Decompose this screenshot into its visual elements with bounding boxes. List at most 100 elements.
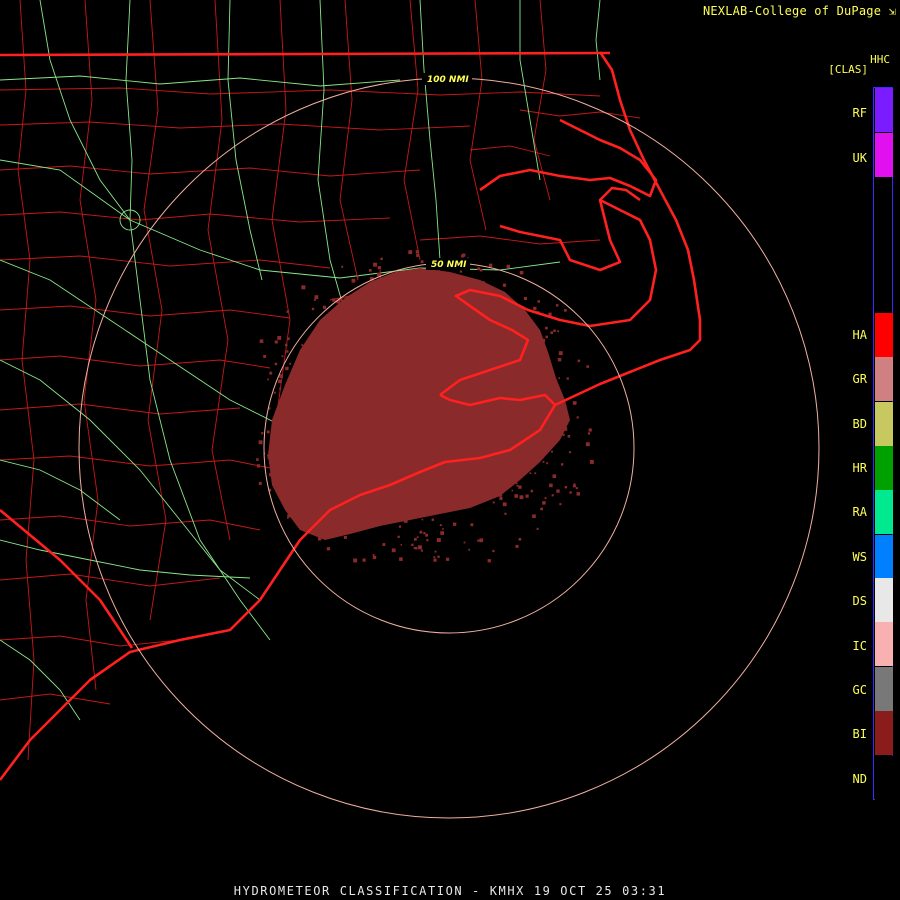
- echo-speck: [557, 330, 560, 333]
- echo-speck: [534, 472, 537, 475]
- legend-label-uk: UK: [852, 151, 867, 165]
- echo-speck: [324, 379, 327, 382]
- echo-speck: [523, 296, 527, 300]
- legend-swatch-nd: [875, 756, 893, 800]
- echo-speck: [278, 490, 282, 493]
- echo-speck: [530, 390, 534, 393]
- echo-speck: [556, 489, 560, 493]
- echo-speck: [279, 387, 282, 390]
- echo-speck: [269, 371, 273, 375]
- echo-speck: [475, 319, 478, 322]
- echo-speck: [321, 477, 323, 479]
- echo-speck: [327, 352, 331, 356]
- echo-speck: [372, 554, 375, 556]
- echo-speck: [564, 309, 567, 312]
- echo-speck: [567, 435, 571, 438]
- echo-speck: [500, 465, 502, 468]
- echo-speck: [333, 346, 337, 351]
- echo-speck: [312, 348, 316, 352]
- echo-speck: [500, 336, 502, 339]
- echo-speck: [461, 496, 464, 499]
- echo-speck: [425, 533, 428, 537]
- legend-label-rf: RF: [852, 106, 867, 120]
- echo-speck: [407, 308, 410, 310]
- echo-speck: [256, 464, 261, 468]
- echo-speck: [361, 484, 364, 487]
- echo-speck: [453, 303, 458, 308]
- echo-speck: [531, 367, 535, 372]
- echo-speck: [559, 503, 562, 506]
- product-title: HYDROMETEOR CLASSIFICATION - KMHX 19 OCT…: [233, 884, 667, 898]
- echo-speck: [320, 420, 322, 423]
- echo-speck: [518, 538, 522, 541]
- echo-speck: [416, 536, 419, 538]
- echo-speck: [258, 481, 262, 485]
- echo-speck: [459, 270, 462, 273]
- legend-swatch-rf: [875, 88, 893, 132]
- echo-speck: [488, 263, 493, 268]
- echo-speck: [556, 398, 559, 401]
- echo-speck: [587, 432, 591, 435]
- echo-speck: [410, 317, 414, 321]
- echo-speck: [356, 327, 359, 330]
- echo-speck: [545, 353, 548, 355]
- credit-text: NEXLAB-College of DuPage ⇲: [702, 4, 896, 18]
- echo-speck: [314, 295, 319, 299]
- echo-speck: [448, 310, 453, 314]
- external-link-icon[interactable]: ⇲: [881, 4, 896, 18]
- echo-speck: [295, 422, 298, 425]
- range-ring-label-50: 50 NMI: [431, 260, 467, 270]
- echo-speck: [516, 470, 521, 475]
- echo-speck: [259, 339, 264, 343]
- legend-label-ra: RA: [852, 505, 867, 519]
- echo-speck: [437, 270, 441, 273]
- echo-speck: [313, 337, 317, 341]
- echo-speck: [286, 484, 290, 488]
- echo-speck: [285, 402, 290, 406]
- echo-speck: [451, 288, 454, 291]
- echo-speck: [483, 281, 485, 283]
- echo-speck: [417, 545, 422, 550]
- echo-speck: [577, 359, 581, 363]
- echo-speck: [424, 312, 427, 315]
- echo-speck: [542, 461, 545, 463]
- echo-speck: [551, 450, 553, 453]
- legend-swatch-gc: [875, 667, 893, 711]
- echo-speck: [342, 494, 345, 497]
- echo-speck: [316, 501, 320, 506]
- echo-speck: [442, 528, 444, 530]
- echo-speck: [291, 475, 294, 478]
- echo-speck: [518, 450, 523, 454]
- echo-speck: [316, 324, 320, 328]
- echo-speck: [463, 541, 466, 544]
- legend-swatch-ws: [875, 535, 893, 579]
- echo-speck: [431, 518, 434, 521]
- radar-map[interactable]: 50 NMI 100 NMI: [0, 0, 900, 900]
- echo-speck: [298, 376, 300, 379]
- echo-speck: [284, 343, 288, 347]
- echo-speck: [319, 404, 322, 407]
- legend-swatch-ha: [875, 313, 893, 357]
- echo-speck: [413, 279, 417, 283]
- echo-speck: [527, 364, 531, 367]
- echo-speck: [569, 491, 572, 494]
- echo-speck: [524, 326, 527, 329]
- echo-speck: [423, 532, 426, 535]
- echo-speck: [348, 510, 351, 513]
- echo-speck: [399, 557, 403, 561]
- echo-speck: [273, 418, 276, 420]
- echo-speck: [462, 253, 466, 257]
- legend-swatch-gr: [875, 357, 893, 401]
- echo-speck: [391, 322, 394, 325]
- echo-speck: [576, 416, 579, 419]
- echo-speck: [525, 393, 529, 397]
- echo-speck: [286, 426, 289, 429]
- echo-speck: [321, 445, 326, 450]
- echo-speck: [519, 431, 524, 436]
- echo-speck: [341, 476, 345, 480]
- echo-speck: [382, 499, 384, 501]
- echo-speck: [436, 538, 441, 543]
- echo-speck: [508, 480, 511, 483]
- echo-speck: [287, 514, 291, 518]
- range-ring-labels: 50 NMI 100 NMI: [422, 73, 472, 270]
